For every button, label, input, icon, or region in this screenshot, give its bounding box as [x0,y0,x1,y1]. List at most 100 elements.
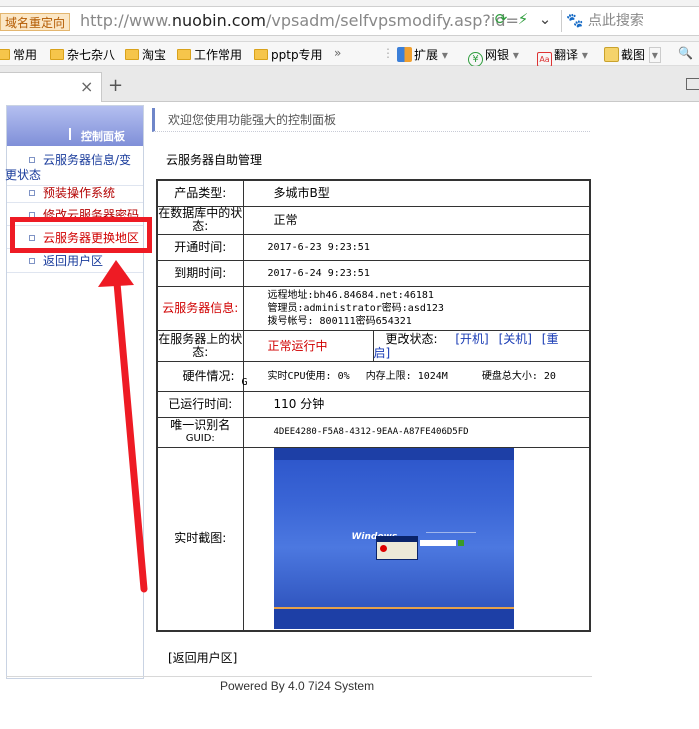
address-bar-area: 域名重定向 http://www.nuobin.com/vpsadm/selfv… [0,0,699,42]
disk-size: 硬盘总大小: 20 [481,370,556,382]
live-screenshot-image: Windows [273,447,514,629]
bookmarks-overflow-button[interactable]: » [334,46,341,60]
folder-icon [254,49,268,60]
product-type-value: 多城市B型 [242,179,591,207]
table-row: 在数据库中的状态: 正常 [156,205,591,235]
url-domain: nuobin.com [171,11,266,30]
cpu-usage: 实时CPU使用: 0% [267,370,350,382]
banking-button[interactable]: ¥ 网银 ▾ [468,46,519,67]
xp-divider [425,531,476,533]
expire-time-value: 2017-6-24 9:23:51 [242,259,591,287]
extensions-button[interactable]: 扩展 ▾ [397,46,448,63]
restore-window-icon[interactable] [686,78,699,90]
bookmark-label: 工作常用 [194,48,243,62]
chevron-down-icon[interactable]: ⌄ [534,10,556,28]
banking-label: 网银 [485,48,510,62]
table-row: 在服务器上的状态: 正常运行中 更改状态: [开机] [关机] [重 启] [156,329,591,362]
error-dialog [375,535,418,560]
url-field[interactable]: http://www.nuobin.com/vpsadm/selfvpsmodi… [80,11,519,30]
magnifier-icon[interactable]: 🔍 [678,46,693,60]
remote-address: 远程地址:bh46.84684.net:46181 [267,289,434,301]
dropdown-arrow-icon[interactable]: ▾ [648,47,661,63]
row-label: 在数据库中的状态: [156,205,244,235]
bookmark-label: pptp专用 [271,48,323,62]
scissors-icon [604,47,619,62]
translate-button[interactable]: Aa 翻译 ▾ [537,46,588,67]
row-label: 已运行时间: [156,390,244,418]
restart-link-wrap[interactable]: 启] [374,346,590,360]
toolbar-divider: ⋮ [382,46,394,60]
dropdown-arrow-icon: ▾ [441,48,448,62]
close-icon[interactable]: × [80,77,93,96]
server-info-value: 远程地址:bh46.84684.net:46181 管理员:administra… [242,285,591,331]
uptime-value: 110 分钟 [242,390,591,418]
folder-icon [125,49,139,60]
bookmark-label: 常用 [13,48,38,62]
bookmark-label: 杂七杂八 [67,48,116,62]
bookmark-folder[interactable]: 淘宝 [125,46,166,63]
extensions-label: 扩展 [414,48,439,62]
xp-bottom-bar [273,606,514,629]
bookmark-folder[interactable]: 杂七杂八 [50,46,115,63]
translate-icon: Aa [537,52,552,67]
open-time-value: 2017-6-23 9:23:51 [242,233,591,261]
tab-strip: × + [0,66,699,102]
admin-credentials: 管理员:administrator密码:asd123 [267,302,444,314]
redirect-tag[interactable]: 域名重定向 [0,13,71,31]
translate-label: 翻译 [554,48,579,62]
lightning-icon[interactable]: ⚡ [512,10,534,28]
section-title: 云服务器自助管理 [166,153,263,167]
address-box[interactable]: 域名重定向 http://www.nuobin.com/vpsadm/selfv… [0,6,699,36]
guid-label-line2: GUID: [185,433,215,444]
bookmark-folder[interactable]: pptp专用 [254,46,323,63]
guid-label-line1: 唯一识别名 [170,418,231,432]
back-to-user-area-link[interactable]: [返回用户区] [168,649,237,666]
memory-limit: 内存上限: 1024M [365,370,448,382]
divider [6,676,592,677]
power-on-link[interactable]: [开机] [455,332,488,346]
screenshot-button[interactable]: 截图 ▾ [604,46,661,63]
row-label: 云服务器信息: [156,285,244,331]
welcome-banner: 欢迎您使用功能强大的控制面板 [152,108,590,132]
reload-icon[interactable]: ⟳ [490,10,512,28]
screenshot-cell: Windows [242,446,591,632]
row-label: 在服务器上的状态: [156,329,244,362]
extensions-icon [397,47,412,62]
db-status-value: 正常 [242,205,591,235]
bookmark-label: 淘宝 [142,48,167,62]
page-content: 控制面板 云服务器信息/变 更状态 预装操作系统 修改云服务器密码 云服务器更换… [0,103,699,729]
row-label: 实时截图: [156,446,244,632]
table-row: 到期时间: 2017-6-24 9:23:51 [156,259,591,287]
arrow-shaft [113,279,148,593]
hardware-value: 实时CPU使用: 0% 内存上限: 1024M 硬盘总大小: 20 G [241,360,591,392]
row-label: 硬件情况: [156,360,244,392]
bookmark-folder[interactable]: 工作常用 [177,46,242,63]
server-status-cell: 正常运行中 更改状态: [开机] [关机] [重 启] [242,329,591,362]
table-row: 云服务器信息: 远程地址:bh46.84684.net:46181 管理员:ad… [156,285,591,331]
restart-link[interactable]: [重 [542,332,559,346]
dropdown-arrow-icon: ▾ [581,48,588,62]
power-off-link[interactable]: [关机] [499,332,532,346]
bookmark-folder[interactable]: 常用 [0,46,37,63]
table-row: 开通时间: 2017-6-23 9:23:51 [156,233,591,261]
table-row: 硬件情况: 实时CPU使用: 0% 内存上限: 1024M 硬盘总大小: 20 … [156,360,591,392]
yen-icon: ¥ [468,52,483,67]
row-label: 唯一识别名 GUID: [156,416,244,448]
xp-top-bar [273,447,514,460]
search-input[interactable]: 🐾 点此搜索 [561,10,699,32]
folder-icon [50,49,64,60]
change-status-label: 更改状态: [385,331,438,346]
paw-icon: 🐾 [566,13,584,29]
row-label: 开通时间: [156,233,244,261]
table-row: 已运行时间: 110 分钟 [156,390,591,418]
url-prefix: http://www. [80,11,172,30]
browser-tab[interactable]: × [0,72,102,102]
url-path: /vpsadm/selfvpsmodify.asp?id= [265,11,519,30]
disk-unit: G [241,376,248,388]
table-row: 产品类型: 多城市B型 [156,179,591,207]
server-status-value: 正常运行中 [244,330,374,361]
new-tab-button[interactable]: + [108,75,123,96]
dropdown-arrow-icon: ▾ [512,48,519,62]
status-actions: 更改状态: [开机] [关机] [重 启] [374,331,590,361]
error-icon [379,544,387,552]
